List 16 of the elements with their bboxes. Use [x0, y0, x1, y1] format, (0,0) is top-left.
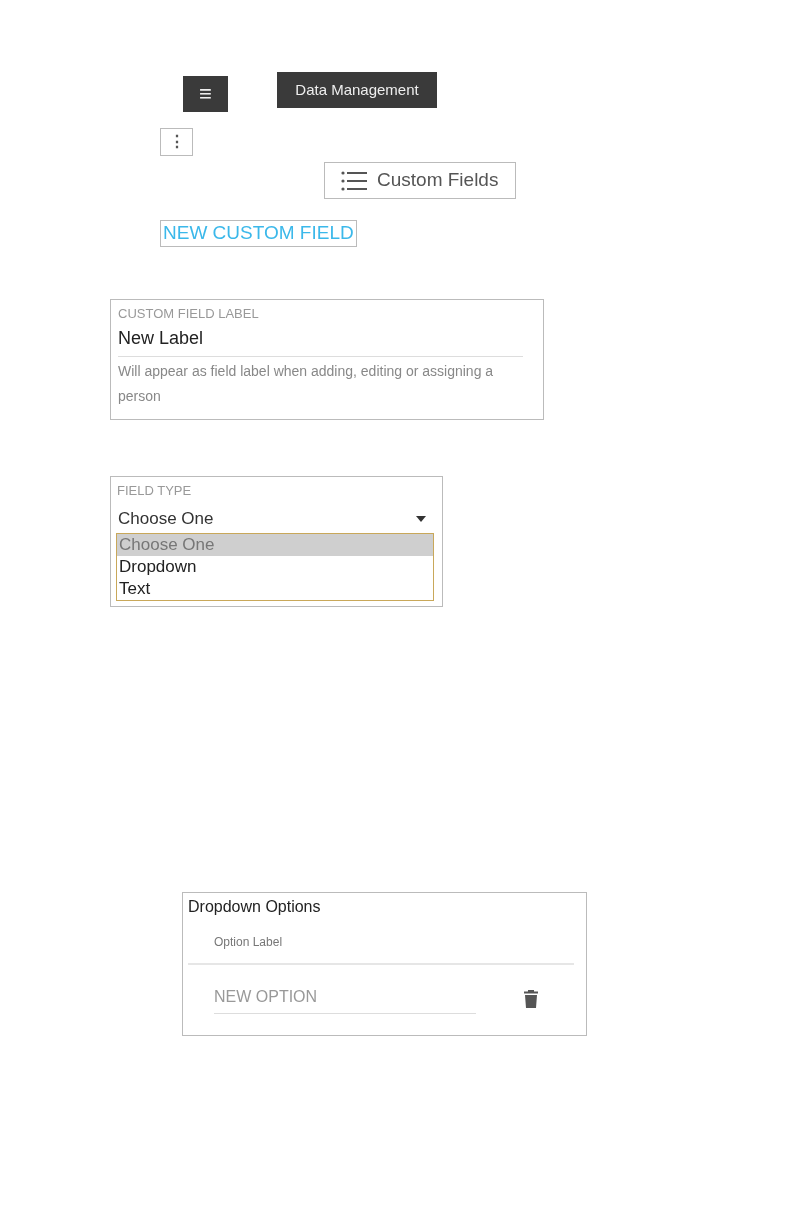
field-label: CUSTOM FIELD LABEL [118, 305, 260, 323]
more-button[interactable]: ⋮ [160, 128, 193, 156]
help-text: Will appear as field label when adding, editing or assigning a person [118, 361, 495, 406]
menu-button[interactable]: ≡ [183, 76, 228, 112]
label-value-field[interactable]: New Label [118, 322, 523, 357]
column-header: Option Label [188, 919, 574, 966]
dropdown-option[interactable]: Dropdown [117, 556, 433, 579]
caret-icon [416, 515, 426, 522]
dropdown-option[interactable]: Text [117, 578, 433, 601]
field-label: FIELD TYPE [117, 483, 193, 500]
field-type-select[interactable]: Choose One [117, 499, 434, 534]
trash-icon[interactable] [524, 989, 538, 1008]
list-icon [341, 170, 367, 191]
custom-fields-button[interactable]: Custom Fields [324, 162, 516, 199]
section-title: Dropdown Options [188, 897, 322, 918]
data-management-button[interactable]: Data Management [277, 72, 437, 108]
